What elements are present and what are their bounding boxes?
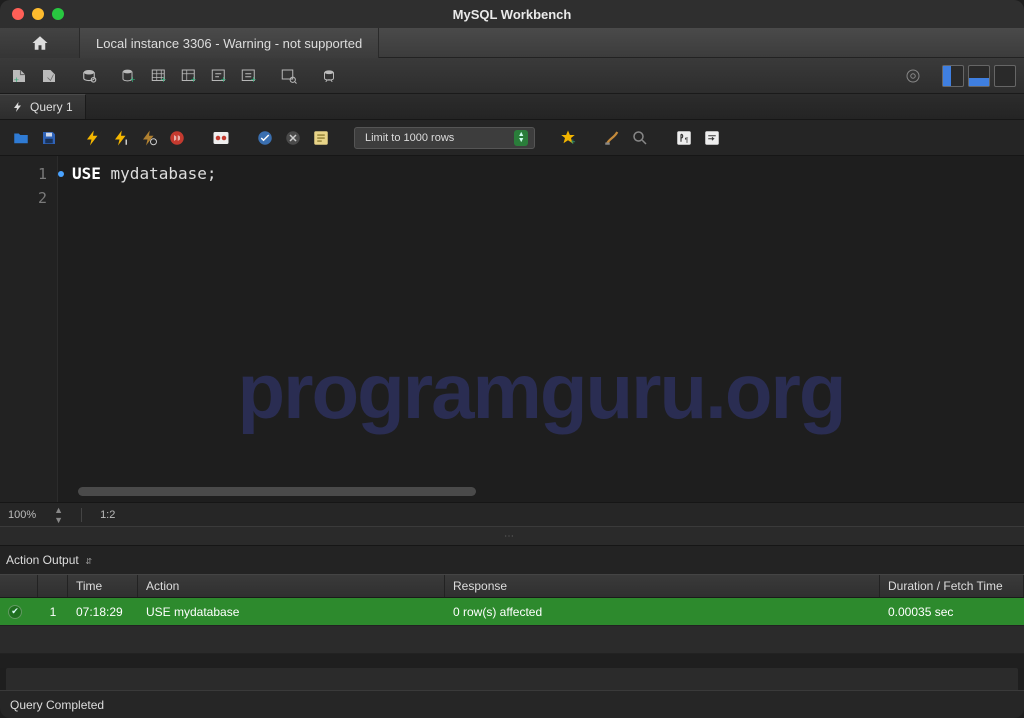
code-area[interactable]: USE mydatabase; programguru.org [58, 156, 1024, 502]
svg-text:¶: ¶ [685, 136, 689, 143]
col-action[interactable]: Action [138, 575, 445, 597]
main-toolbar: + + + + + + [0, 58, 1024, 94]
toggle-bottom-panel[interactable] [968, 65, 990, 87]
execute-current-button[interactable] [110, 127, 132, 149]
svg-text:+: + [130, 74, 136, 84]
settings-button[interactable] [902, 65, 924, 87]
line-gutter: 1 2 [0, 156, 58, 502]
svg-text:+: + [251, 74, 257, 84]
col-status [0, 575, 38, 597]
wrap-button[interactable] [701, 127, 723, 149]
toggle-left-panel[interactable] [942, 65, 964, 87]
horizontal-scrollbar[interactable] [78, 487, 476, 496]
row-action: USE mydatabase [138, 598, 445, 625]
reconnect-button[interactable] [318, 65, 340, 87]
query-tab-label: Query 1 [30, 100, 73, 114]
create-view-button[interactable]: + [178, 65, 200, 87]
stepper-arrows-icon[interactable]: ▲▼ [54, 505, 63, 525]
row-limit-select[interactable]: Limit to 1000 rows ▲▼ [354, 127, 535, 149]
output-selector[interactable]: Action Output ⇵ [6, 553, 92, 567]
window-title: MySQL Workbench [0, 7, 1024, 22]
stop-button[interactable] [166, 127, 188, 149]
output-selector-row: Action Output ⇵ [0, 546, 1024, 574]
lightning-icon [12, 100, 24, 114]
create-procedure-button[interactable]: + [208, 65, 230, 87]
connection-tabs: Local instance 3306 - Warning - not supp… [0, 28, 1024, 58]
query-tabs: Query 1 [0, 94, 1024, 120]
pane-splitter[interactable]: ⋯ [0, 526, 1024, 546]
row-response: 0 row(s) affected [445, 598, 880, 625]
create-function-button[interactable]: + [238, 65, 260, 87]
output-table-header: Time Action Response Duration / Fetch Ti… [0, 574, 1024, 598]
save-file-button[interactable] [38, 127, 60, 149]
titlebar: MySQL Workbench [0, 0, 1024, 28]
success-icon: ✔ [8, 605, 22, 619]
output-row-empty [0, 626, 1024, 654]
svg-text:+: + [14, 74, 19, 84]
favorite-button[interactable]: + [557, 127, 579, 149]
new-sql-tab-button[interactable]: + [8, 65, 30, 87]
home-tab[interactable] [0, 28, 80, 58]
toggle-whitespace-button[interactable] [310, 127, 332, 149]
editor-toolbar: Limit to 1000 rows ▲▼ + ¶ [0, 120, 1024, 156]
editor-footer: 100% ▲▼ 1:2 [0, 502, 1024, 526]
output-rows: ✔ 1 07:18:29 USE mydatabase 0 row(s) aff… [0, 598, 1024, 654]
open-file-button[interactable] [10, 127, 32, 149]
col-response[interactable]: Response [445, 575, 880, 597]
toggle-autocommit-button[interactable] [210, 127, 232, 149]
line-number: 2 [0, 186, 57, 210]
sql-editor[interactable]: 1 2 USE mydatabase; programguru.org [0, 156, 1024, 502]
svg-text:+: + [571, 136, 576, 146]
output-row[interactable]: ✔ 1 07:18:29 USE mydatabase 0 row(s) aff… [0, 598, 1024, 626]
row-index: 1 [38, 598, 68, 625]
row-duration: 0.00035 sec [880, 598, 1024, 625]
cursor-position: 1:2 [100, 509, 115, 521]
find-button[interactable] [629, 127, 651, 149]
create-table-button[interactable]: + [148, 65, 170, 87]
explain-button[interactable] [138, 127, 160, 149]
row-limit-label: Limit to 1000 rows [365, 132, 454, 144]
col-duration[interactable]: Duration / Fetch Time [880, 575, 1024, 597]
code-text: mydatabase; [101, 164, 217, 183]
beautify-button[interactable] [601, 127, 623, 149]
zoom-level[interactable]: 100% [8, 509, 36, 521]
line-number: 1 [0, 162, 57, 186]
col-time[interactable]: Time [68, 575, 138, 597]
svg-text:+: + [221, 74, 227, 84]
connection-tab-label: Local instance 3306 - Warning - not supp… [96, 36, 362, 51]
open-sql-file-button[interactable] [38, 65, 60, 87]
svg-text:+: + [191, 74, 197, 84]
toggle-right-panel[interactable] [994, 65, 1016, 87]
inspector-button[interactable] [78, 65, 100, 87]
svg-text:+: + [161, 74, 167, 84]
statusbar: Query Completed [0, 690, 1024, 718]
keyword: USE [72, 164, 101, 183]
connection-tab[interactable]: Local instance 3306 - Warning - not supp… [80, 28, 379, 58]
home-icon [31, 34, 49, 52]
toggle-invisible-button[interactable]: ¶ [673, 127, 695, 149]
query-tab[interactable]: Query 1 [0, 94, 86, 119]
commit-button[interactable] [254, 127, 276, 149]
status-text: Query Completed [10, 698, 104, 712]
col-index [38, 575, 68, 597]
search-table-data-button[interactable] [278, 65, 300, 87]
watermark-text: programguru.org [58, 346, 1024, 437]
execute-button[interactable] [82, 127, 104, 149]
spacer [0, 654, 1024, 668]
stepper-arrows-icon: ▲▼ [514, 130, 528, 146]
row-time: 07:18:29 [68, 598, 138, 625]
rollback-button[interactable] [282, 127, 304, 149]
create-schema-button[interactable]: + [118, 65, 140, 87]
